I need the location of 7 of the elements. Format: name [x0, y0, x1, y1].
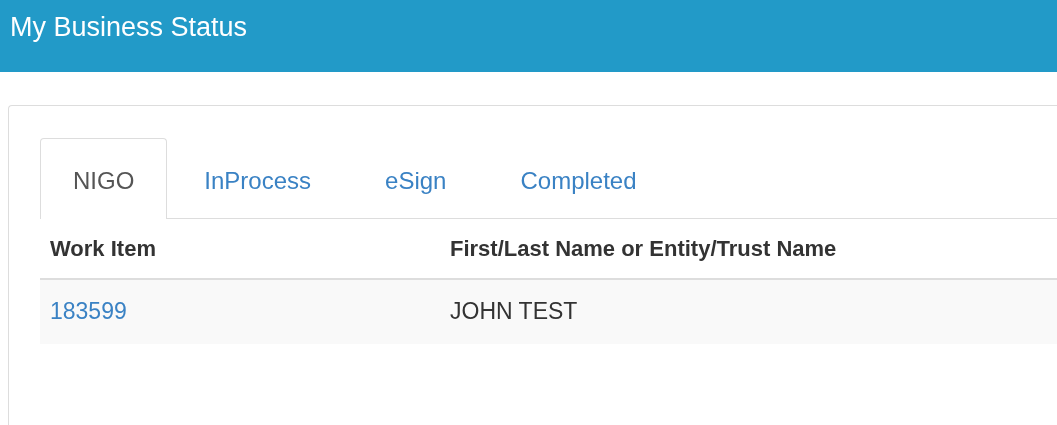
tab[interactable]: Completed: [483, 138, 674, 219]
tab[interactable]: InProcess: [167, 138, 349, 219]
table-cell: JOHN TEST: [450, 298, 578, 324]
work-item-link[interactable]: 183599: [50, 298, 127, 324]
tab[interactable]: NIGO: [40, 138, 168, 219]
page-title: My Business Status: [10, 12, 248, 43]
tab[interactable]: eSign: [348, 138, 484, 219]
